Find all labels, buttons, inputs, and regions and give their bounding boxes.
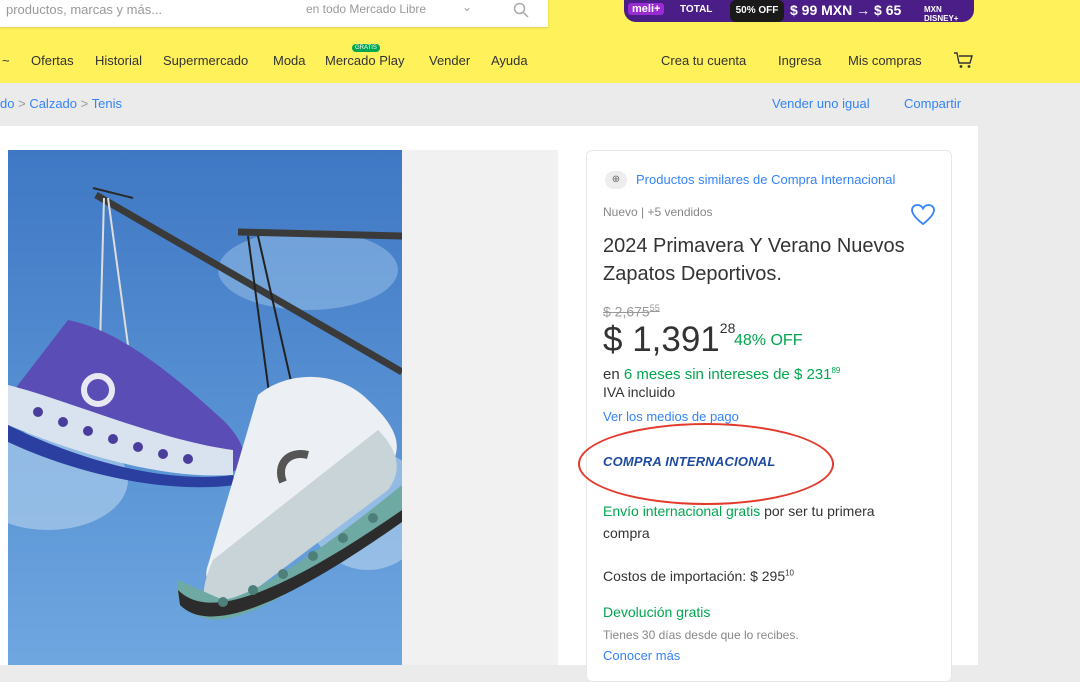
- search-icon[interactable]: [512, 1, 530, 19]
- installments-prefix: en: [603, 366, 624, 383]
- nav-categories[interactable]: ~: [2, 53, 10, 68]
- nav-item-ofertas[interactable]: Ofertas: [31, 53, 74, 68]
- free-return-detail: Tienes 30 días desde que lo recibes.: [603, 628, 799, 642]
- international-icon: ⊕: [605, 171, 627, 189]
- payment-methods-link[interactable]: Ver los medios de pago: [603, 409, 739, 424]
- nav-item-moda[interactable]: Moda: [273, 53, 306, 68]
- breadcrumb-item-calzado[interactable]: Calzado: [29, 96, 77, 111]
- current-price: $ 1,39128: [603, 320, 735, 360]
- discount-badge: 48% OFF: [734, 332, 803, 349]
- breadcrumb-item-tenis[interactable]: Tenis: [92, 96, 122, 111]
- promo-price: $ 99 MXN → $ 65: [790, 2, 902, 18]
- similar-products-link[interactable]: Productos similares de Compra Internacio…: [636, 172, 895, 187]
- cart-icon[interactable]: [953, 51, 975, 69]
- original-price-value: $ 2,675: [603, 303, 650, 320]
- current-price-value: $ 1,391: [603, 320, 720, 359]
- installments-text: 6 meses sin intereses de $ 231: [623, 366, 832, 383]
- nav-item-vender[interactable]: Vender: [429, 53, 470, 68]
- installments: en 6 meses sin intereses de $ 23189: [603, 366, 840, 383]
- nav-item-ayuda[interactable]: Ayuda: [491, 53, 528, 68]
- condition-sold: Nuevo | +5 vendidos: [603, 205, 713, 219]
- tax-included: IVA incluido: [603, 384, 676, 400]
- breadcrumb-separator: >: [18, 96, 26, 111]
- chevron-down-icon[interactable]: ⌄: [462, 0, 472, 14]
- my-purchases-link[interactable]: Mis compras: [848, 53, 922, 68]
- promo-total: TOTAL: [680, 4, 713, 15]
- promo-disney: MXN DISNEY+: [924, 5, 959, 23]
- shipping-info: Envío internacional gratis por ser tu pr…: [603, 500, 883, 544]
- create-account-link[interactable]: Crea tu cuenta: [661, 53, 746, 68]
- nav-item-historial[interactable]: Historial: [95, 53, 142, 68]
- promo-off-badge: 50% OFF: [730, 0, 784, 22]
- breadcrumb: do > Calzado > Tenis: [0, 96, 122, 111]
- import-costs: Costos de importación: $ 29510: [603, 568, 794, 584]
- search-input[interactable]: productos, marcas y más...: [6, 2, 162, 17]
- original-price-cents: 55: [649, 303, 660, 313]
- learn-more-link[interactable]: Conocer más: [603, 648, 680, 663]
- annotation-circle: [578, 423, 834, 505]
- product-image[interactable]: [8, 150, 402, 665]
- free-return-title: Devolución gratis: [603, 604, 711, 620]
- product-title: 2024 Primavera Y Verano Nuevos Zapatos D…: [603, 235, 905, 285]
- search-scope-select[interactable]: en todo Mercado Libre: [306, 2, 426, 16]
- nav-item-mercado-play[interactable]: Mercado Play: [325, 53, 404, 68]
- free-badge: GRATIS: [352, 44, 380, 52]
- share-link[interactable]: Compartir: [904, 96, 961, 111]
- installments-cents: 89: [831, 366, 841, 375]
- free-shipping-text: Envío internacional gratis: [603, 503, 761, 519]
- login-link[interactable]: Ingresa: [778, 53, 821, 68]
- breadcrumb-item[interactable]: do: [0, 96, 14, 111]
- favorite-heart-icon[interactable]: [910, 203, 936, 227]
- sell-similar-link[interactable]: Vender uno igual: [772, 96, 870, 111]
- original-price: $ 2,67555: [603, 303, 660, 320]
- promo-banner[interactable]: meli+ TOTAL 50% OFF $ 99 MXN → $ 65 MXN …: [624, 0, 974, 23]
- import-costs-value: Costos de importación: $ 295: [603, 568, 786, 584]
- search-bar[interactable]: productos, marcas y más... en todo Merca…: [0, 0, 548, 27]
- promo-meli-plus: meli+: [628, 3, 665, 15]
- import-costs-cents: 10: [785, 568, 795, 578]
- breadcrumb-separator: >: [80, 96, 89, 111]
- nav-item-supermercado[interactable]: Supermercado: [163, 53, 248, 68]
